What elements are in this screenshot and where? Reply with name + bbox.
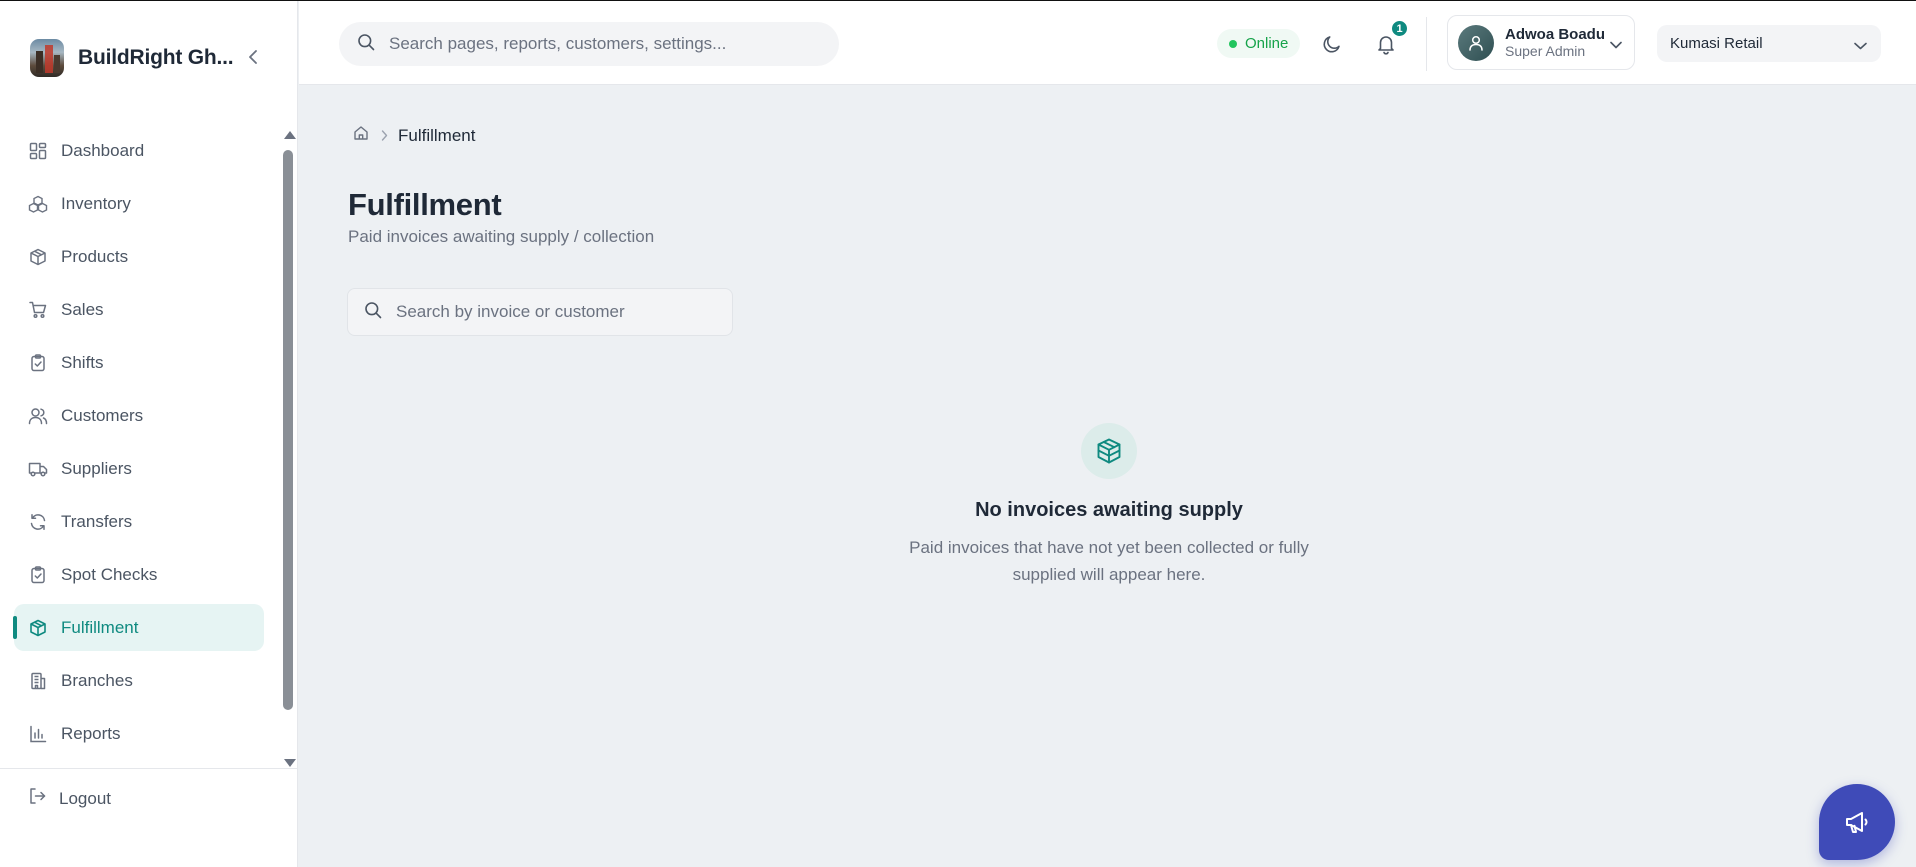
home-icon[interactable] [353, 125, 369, 146]
sidebar-item-label: Spot Checks [61, 564, 158, 584]
boxes-icon [28, 194, 48, 214]
package-icon [28, 618, 48, 638]
sidebar-item-transfers[interactable]: Transfers [14, 498, 264, 545]
sidebar-item-shifts[interactable]: Shifts [14, 339, 264, 386]
window-top-border [0, 0, 1916, 1]
notification-count-badge: 1 [1390, 19, 1409, 38]
package-icon [1097, 438, 1121, 464]
empty-state-icon-wrap [1081, 423, 1137, 479]
sidebar: BuildRight Gh... Dashboard Inventory Pro… [0, 1, 298, 867]
chevron-left-icon [249, 50, 257, 64]
cart-icon [28, 300, 48, 320]
status-dot-icon [1229, 39, 1237, 48]
logout-button[interactable]: Logout [28, 787, 111, 810]
chevron-down-icon [1610, 36, 1622, 54]
scrollbar-thumb[interactable] [283, 150, 293, 710]
sidebar-nav: Dashboard Inventory Products Sales Shift… [13, 127, 264, 763]
bar-chart-icon [28, 724, 48, 744]
sidebar-item-label: Customers [61, 405, 144, 425]
search-icon [364, 301, 382, 324]
sidebar-item-label: Dashboard [61, 140, 145, 160]
logout-label: Logout [59, 788, 111, 808]
refresh-icon [28, 512, 48, 532]
sidebar-item-inventory[interactable]: Inventory [14, 180, 264, 227]
scroll-down-arrow-icon[interactable] [284, 759, 296, 767]
sidebar-item-label: Products [61, 246, 129, 266]
search-icon [357, 33, 375, 56]
empty-state: No invoices awaiting supply Paid invoice… [849, 423, 1369, 588]
sidebar-item-dashboard[interactable]: Dashboard [14, 127, 264, 174]
building-icon [28, 671, 48, 691]
brand-name: BuildRight Gh... [78, 46, 234, 69]
status-label: Online [1245, 35, 1289, 52]
sidebar-item-label: Branches [61, 670, 133, 690]
dashboard-icon [28, 141, 48, 161]
sidebar-item-branches[interactable]: Branches [14, 657, 264, 704]
breadcrumb: Fulfillment [353, 125, 475, 146]
user-role: Super Admin [1505, 43, 1586, 60]
sidebar-item-label: Sales [61, 299, 104, 319]
breadcrumb-current: Fulfillment [398, 125, 476, 145]
empty-state-title: No invoices awaiting supply [975, 499, 1243, 521]
user-icon [1469, 35, 1483, 51]
global-search[interactable] [339, 22, 839, 66]
theme-toggle-button[interactable] [1319, 31, 1345, 57]
sidebar-item-sales[interactable]: Sales [14, 286, 264, 333]
connection-status-badge: Online [1217, 29, 1301, 58]
user-name: Adwoa Boadu [1505, 25, 1605, 43]
invoice-search-input[interactable] [396, 302, 716, 322]
user-menu[interactable]: Adwoa Boadu Super Admin [1447, 15, 1635, 70]
announcements-button[interactable] [1819, 784, 1895, 860]
logout-icon [28, 787, 46, 810]
sidebar-item-label: Reports [61, 723, 121, 743]
sidebar-item-fulfillment[interactable]: Fulfillment [13, 604, 264, 651]
sidebar-item-reports[interactable]: Reports [14, 710, 264, 757]
page-title: Fulfillment [348, 187, 502, 222]
branch-select-value: Kumasi Retail [1670, 35, 1763, 52]
empty-state-text: Paid invoices that have not yet been col… [909, 538, 1309, 584]
clipboard-check-icon [28, 565, 48, 585]
sidebar-item-label: Inventory [61, 193, 131, 213]
branch-select[interactable]: Kumasi Retail [1657, 25, 1881, 62]
avatar [1458, 24, 1494, 61]
moon-icon [1323, 36, 1340, 53]
chevron-down-icon [1854, 37, 1867, 54]
sidebar-scrollbar[interactable] [281, 131, 296, 767]
clipboard-check-icon [28, 353, 48, 373]
package-icon [28, 247, 48, 267]
chevron-right-icon [381, 130, 388, 141]
top-header: Online 1 Adwoa Boadu Super Admin Kumasi … [299, 1, 1916, 85]
header-divider [1426, 17, 1427, 71]
sidebar-item-label: Fulfillment [61, 617, 139, 637]
megaphone-icon [1846, 812, 1868, 833]
invoice-search[interactable] [347, 288, 733, 336]
sidebar-item-label: Suppliers [61, 458, 132, 478]
page-subtitle: Paid invoices awaiting supply / collecti… [348, 227, 655, 246]
brand[interactable]: BuildRight Gh... [30, 39, 234, 77]
sidebar-item-products[interactable]: Products [14, 233, 264, 280]
global-search-input[interactable] [389, 34, 809, 54]
scroll-up-arrow-icon[interactable] [284, 131, 296, 139]
brand-logo [30, 39, 64, 77]
sidebar-item-suppliers[interactable]: Suppliers [14, 445, 264, 492]
sidebar-item-customers[interactable]: Customers [14, 392, 264, 439]
users-icon [28, 406, 48, 426]
sidebar-item-label: Shifts [61, 352, 104, 372]
sidebar-item-label: Transfers [61, 511, 133, 531]
sidebar-divider [0, 768, 298, 769]
sidebar-item-spot-checks[interactable]: Spot Checks [14, 551, 264, 598]
collapse-sidebar-button[interactable] [246, 50, 260, 64]
truck-icon [28, 459, 48, 479]
